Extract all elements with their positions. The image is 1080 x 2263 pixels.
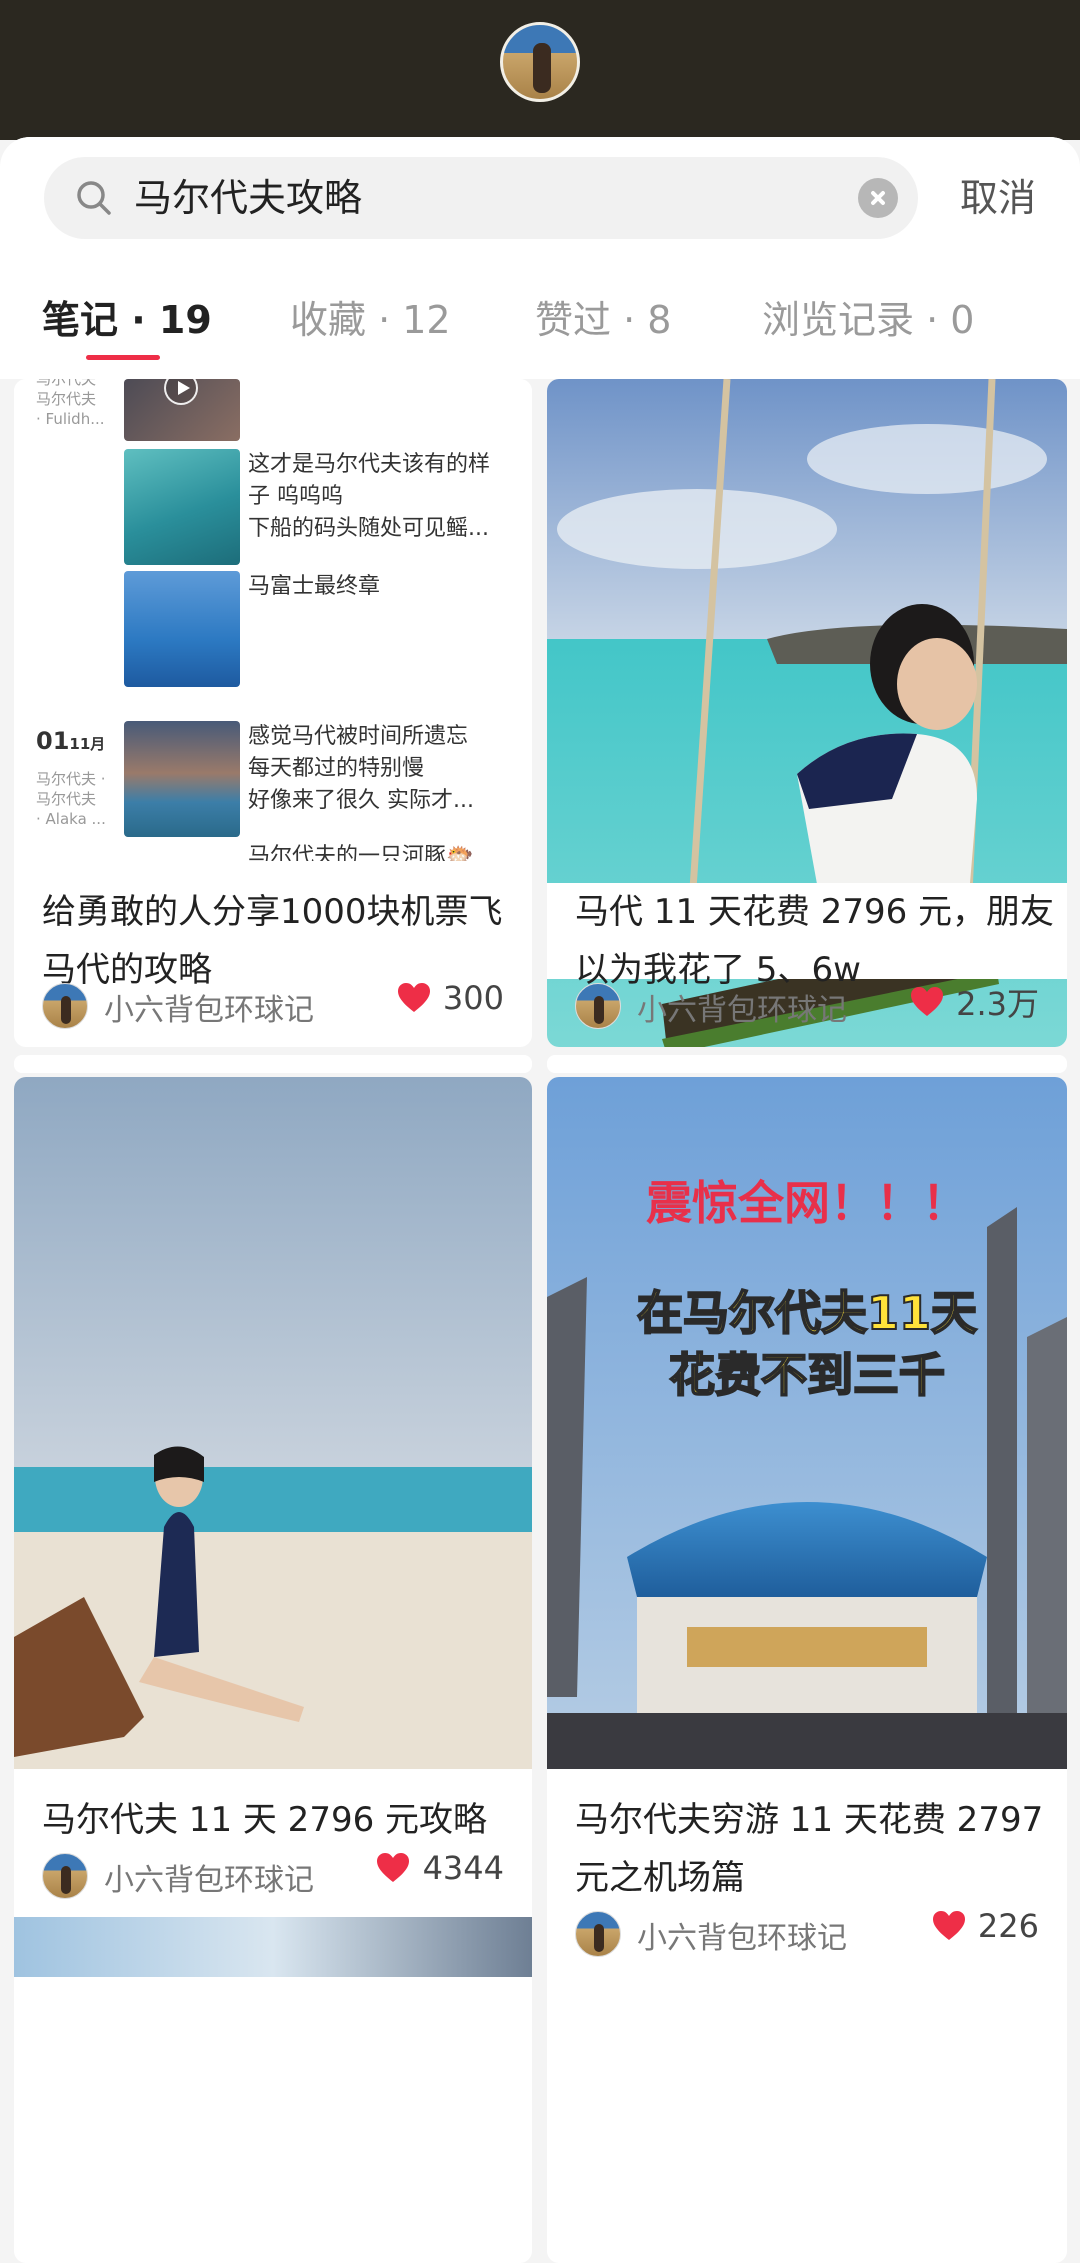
timeline-location: 马尔代夫 · 马尔代夫 · Alaka ... [36,770,106,828]
top-bar [0,0,1080,140]
timeline-thumbnail [124,449,240,565]
author-avatar [42,983,88,1029]
timeline-location: 马尔代夫 马尔代夫 · Fulidh... [36,379,105,428]
search-input[interactable]: 马尔代夫攻略 [44,157,918,239]
timeline-thumbnail [124,379,240,441]
play-icon [164,379,198,405]
heart-icon [932,1911,965,1940]
heart-icon [397,983,430,1012]
timeline-text: 马尔代夫的一只河豚🐡 🐡🐡 [248,844,474,861]
note-author[interactable]: 小六背包环球记 [575,979,875,1031]
timeline-text: 马富士最终章 [248,574,381,599]
author-name: 小六背包环球记 [637,993,847,1028]
author-avatar [575,983,621,1029]
note-cover-image [14,1077,532,1769]
like-button[interactable]: 300 [396,979,504,1031]
like-count: 300 [442,979,504,1017]
like-count: 4344 [422,1849,504,1887]
cover-subline: 花费不到三千 [668,1347,946,1403]
tab-favorites[interactable]: 收藏 · 12 [290,289,451,344]
note-cover-collage: 马尔代夫 马尔代夫 · Fulidh... 这才是马尔代夫该有的样子 呜呜呜 下… [14,379,532,861]
next-note-cover [14,1917,532,1977]
card-separator [14,1055,532,1073]
author-avatar [575,1911,621,1957]
search-sheet: 马尔代夫攻略 取消 笔记 · 19 收藏 · 12 赞过 · 8 浏览记录 · … [0,137,1080,2263]
cover-subline: 在马尔代夫11天 [636,1285,978,1341]
tab-liked[interactable]: 赞过 · 8 [535,289,671,344]
clear-icon[interactable] [858,178,898,218]
card-separator [547,1055,1067,1073]
search-bar: 马尔代夫攻略 取消 [0,137,1080,259]
note-card[interactable]: 马尔代夫 马尔代夫 · Fulidh... 这才是马尔代夫该有的样子 呜呜呜 下… [14,379,532,1047]
cancel-button[interactable]: 取消 [960,157,1036,239]
like-count: 2.3万 [956,985,1039,1023]
author-avatar [42,1853,88,1899]
profile-avatar[interactable] [500,22,580,102]
author-name: 小六背包环球记 [637,1921,847,1956]
heart-icon [911,987,943,1016]
author-name: 小六背包环球记 [104,993,314,1028]
cover-headline: 震惊全网！！！ [646,1176,968,1230]
note-card[interactable]: 马代 11 天花费 2796 元，朋友以为我花了 5、6w 小六背包环球记 2.… [547,379,1067,1047]
timeline-text: 感觉马代被时间所遗忘 每天都过的特别慢 好像来了很久 实际才... [248,724,474,813]
timeline-text: 这才是马尔代夫该有的样子 呜呜呜 下船的码头随处可见鳐... [248,452,491,541]
note-author[interactable]: 小六背包环球记 [42,1849,342,1901]
tab-notes[interactable]: 笔记 · 19 [42,289,212,344]
timeline-thumbnail [124,571,240,687]
active-tab-indicator [86,355,160,360]
timeline-date: 0111月 [36,727,106,755]
search-icon [77,181,111,215]
author-name: 小六背包环球记 [104,1863,314,1898]
note-title[interactable]: 马尔代夫穷游 11 天花费 2797 元之机场篇 [575,1791,1055,1907]
note-author[interactable]: 小六背包环球记 [575,1907,875,1959]
tab-bar: 笔记 · 19 收藏 · 12 赞过 · 8 浏览记录 · 0 [0,259,1080,379]
note-title[interactable]: 马代 11 天花费 2796 元，朋友以为我花了 5、6w [547,883,1067,990]
heart-icon [377,1853,410,1882]
like-button[interactable]: 2.3万 [909,979,1039,1031]
note-author[interactable]: 小六背包环球记 [42,979,342,1031]
tab-history[interactable]: 浏览记录 · 0 [762,289,974,344]
note-title[interactable]: 马尔代夫 11 天 2796 元攻略 [42,1791,522,1849]
like-button[interactable]: 4344 [375,1849,504,1901]
note-card[interactable]: 马尔代夫 11 天 2796 元攻略 小六背包环球记 4344 [14,1077,532,2263]
like-button[interactable]: 226 [931,1907,1039,1959]
timeline-thumbnail [124,721,240,837]
note-card[interactable]: 震惊全网！！！ 在马尔代夫11天 花费不到三千 马尔代夫穷游 11 天花费 27… [547,1077,1067,2263]
like-count: 226 [977,1907,1039,1945]
search-query: 马尔代夫攻略 [134,176,363,220]
